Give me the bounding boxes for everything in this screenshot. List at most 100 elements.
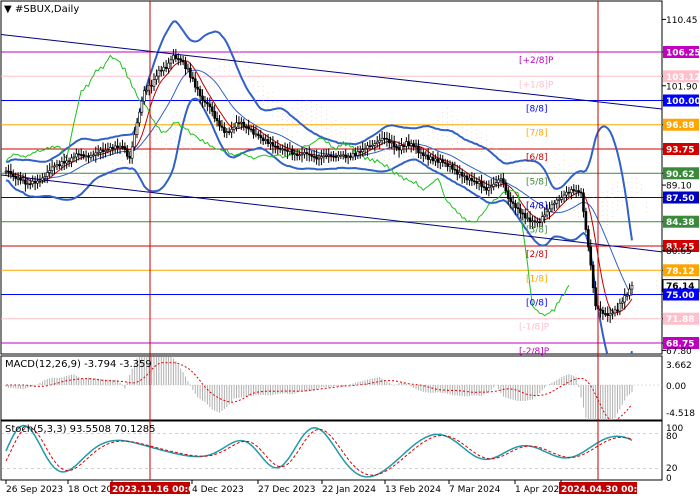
candle-body [582, 192, 585, 212]
candle-body [174, 55, 178, 59]
candle-body [344, 154, 347, 159]
candle-body [618, 303, 622, 312]
murrey-level-label: [7/8] [526, 129, 548, 139]
candle-body [16, 178, 20, 180]
candle-body [184, 61, 187, 69]
candle-body [28, 183, 32, 186]
candle-body [266, 139, 270, 144]
candle-body [322, 155, 326, 158]
chart-title: #SBUX,Daily [15, 4, 79, 15]
candle-body [463, 175, 466, 178]
candle-body [429, 156, 432, 160]
candle-body [21, 179, 25, 182]
candle-body [531, 220, 534, 223]
candle-body [351, 153, 355, 158]
candle-body [72, 156, 76, 159]
candle-body [179, 58, 182, 61]
trading-chart[interactable]: ▼ #SBUX,Daily MACD(12,26,9) -3.794 -3.35… [0, 0, 700, 500]
candle-body [371, 145, 374, 147]
price-axis-label: 80.65 [666, 247, 692, 257]
candle-body [176, 58, 180, 60]
candle-body [123, 146, 127, 150]
candle-body [254, 133, 258, 136]
candle-body [414, 146, 418, 148]
candle-body [480, 181, 483, 187]
candle-body [31, 180, 34, 185]
murrey-level-label: [8/8] [526, 105, 548, 115]
candle-body [339, 154, 343, 157]
candle-body [101, 149, 105, 152]
main-price-panel[interactable] [0, 0, 663, 355]
candle-body [164, 66, 168, 69]
candle-body [523, 213, 527, 219]
stochastic-axis-label: 0 [666, 474, 672, 484]
candle-body [317, 157, 321, 160]
candle-body [303, 152, 306, 155]
candle-body [400, 145, 403, 151]
candle-body [341, 154, 345, 157]
murrey-level-label: [3/8] [526, 226, 548, 236]
candle-body [215, 118, 219, 122]
date-marker-badge-text: 2023.11.16 00:00 [112, 485, 201, 495]
candle-body [269, 142, 272, 144]
candle-body [300, 153, 304, 156]
candle-body [562, 194, 566, 199]
candle-body [329, 154, 333, 157]
date-marker-badge-text: 2024.04.30 00:00 [561, 485, 650, 495]
candle-body [138, 111, 141, 124]
murrey-level-label: [6/8] [526, 153, 548, 163]
candle-body [225, 131, 229, 133]
candle-body [434, 158, 437, 162]
candle-body [210, 106, 214, 112]
candle-body [274, 145, 277, 148]
price-level-badge-text: 106.25 [666, 49, 700, 59]
candle-body [77, 153, 81, 156]
candle-body [543, 214, 546, 217]
candle-body [431, 156, 435, 162]
candle-body [135, 122, 139, 135]
candle-body [426, 154, 430, 160]
candle-body [574, 190, 578, 192]
stochastic-axis-label: 20 [666, 464, 678, 474]
candle-body [502, 178, 505, 184]
macd-axis-label: -4.518 [666, 409, 695, 419]
candle-body [477, 181, 481, 184]
candle-body [409, 143, 413, 146]
candle-body [87, 155, 90, 158]
candle-body [84, 155, 88, 158]
candle-body [157, 69, 161, 77]
date-axis-label: 27 Dec 2023 [258, 485, 316, 495]
price-axis-label: 101.90 [666, 82, 698, 92]
candle-body [628, 288, 631, 296]
candle-body [295, 153, 299, 156]
murrey-level-label: [+2/8]P [519, 56, 554, 66]
candle-body [470, 177, 474, 182]
date-axis-label: 22 Jan 2024 [322, 485, 376, 495]
candle-body [361, 149, 364, 152]
candle-body [230, 129, 233, 133]
candle-body [494, 182, 498, 185]
price-axis-label: 110.45 [666, 16, 698, 26]
macd-axis-label: 3.662 [666, 361, 692, 371]
candle-body [332, 155, 335, 158]
candle-body [70, 157, 73, 163]
price-level-badge-text: 71.88 [666, 315, 694, 325]
candle-body [67, 160, 71, 163]
candle-body [126, 149, 129, 157]
candle-body [24, 179, 27, 185]
price-level-badge-text: 100.00 [666, 97, 700, 107]
candle-body [218, 120, 221, 127]
murrey-level-label: [2/8] [526, 250, 548, 260]
candle-body [62, 161, 66, 164]
candle-body [203, 99, 207, 103]
candle-body [150, 85, 153, 87]
candle-body [388, 139, 391, 144]
candle-body [514, 203, 517, 208]
candle-body [439, 159, 442, 163]
candle-body [26, 183, 30, 186]
candle-body [521, 212, 525, 215]
candle-body [249, 128, 253, 131]
candle-body [257, 133, 260, 136]
candle-body [96, 152, 100, 154]
candle-body [456, 169, 459, 175]
